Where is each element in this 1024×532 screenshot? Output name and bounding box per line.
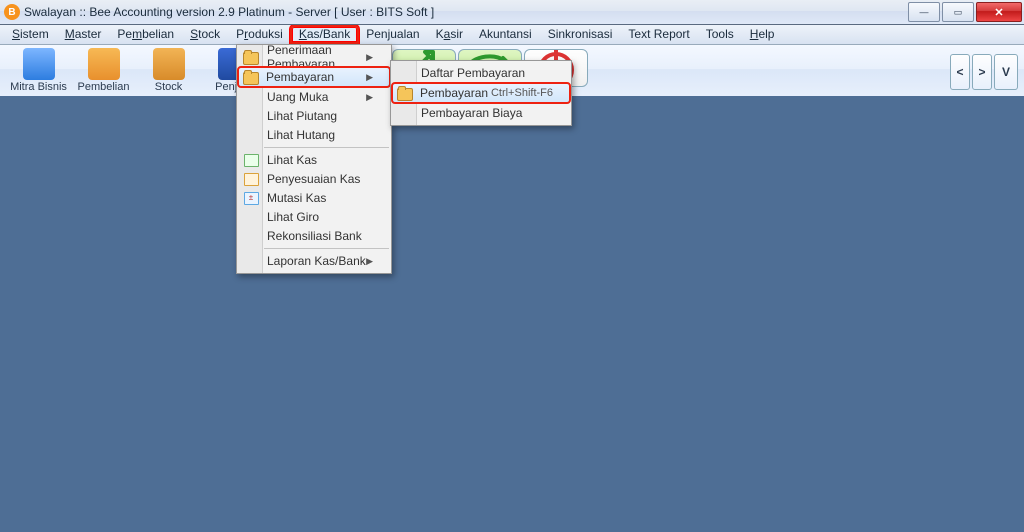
menu-stock[interactable]: Stock xyxy=(182,26,228,43)
menu-help[interactable]: Help xyxy=(742,26,783,43)
list-icon xyxy=(243,152,259,168)
menu-kasir[interactable]: Kasir xyxy=(428,26,471,43)
nav-next[interactable]: > xyxy=(972,54,992,90)
menu-label: Daftar Pembayaran xyxy=(421,66,525,80)
toolbar-stock[interactable]: Stock xyxy=(136,45,201,98)
menu-label: Uang Muka xyxy=(267,90,328,104)
menu-akuntansi[interactable]: Akuntansi xyxy=(471,26,540,43)
menubar: SistemMasterPembelianStockProduksiKas/Ba… xyxy=(0,25,1024,45)
menu-sistem[interactable]: Sistem xyxy=(4,26,57,43)
menu-master[interactable]: Master xyxy=(57,26,110,43)
kasbank-separator xyxy=(264,147,389,148)
toolbar-pembelian[interactable]: Pembelian xyxy=(71,45,136,98)
submenu-arrow-icon: ▶ xyxy=(366,52,373,63)
kasbank-item-lihat-hutang[interactable]: Lihat Hutang xyxy=(239,126,389,144)
menu-tools[interactable]: Tools xyxy=(698,26,742,43)
kasbank-item-lihat-piutang[interactable]: Lihat Piutang xyxy=(239,107,389,125)
kasbank-item-uang-muka[interactable]: Uang Muka ▶ xyxy=(239,88,389,106)
menu-label: Lihat Kas xyxy=(267,153,317,167)
maximize-button[interactable]: ▭ xyxy=(942,2,974,22)
titlebar: B Swalayan :: Bee Accounting version 2.9… xyxy=(0,0,1024,25)
menu-label: Rekonsiliasi Bank xyxy=(267,229,362,243)
menu-label: Lihat Piutang xyxy=(267,109,337,123)
shelf-icon xyxy=(88,48,120,80)
toolbar-label: Mitra Bisnis xyxy=(6,81,71,93)
pembayaran-item-pembayaran[interactable]: PembayaranCtrl+Shift-F6 xyxy=(392,83,570,103)
kasbank-item-mutasi-kas[interactable]: ± Mutasi Kas xyxy=(239,189,389,207)
mutasi-icon: ± xyxy=(243,190,259,206)
kasbank-item-lihat-giro[interactable]: Lihat Giro xyxy=(239,208,389,226)
menu-text-report[interactable]: Text Report xyxy=(620,26,697,43)
menu-produksi[interactable]: Produksi xyxy=(228,26,291,43)
menu-label: Pembayaran xyxy=(266,70,334,84)
shortcut-label: Ctrl+Shift-F6 xyxy=(491,87,553,99)
pembayaran-item-daftar-pembayaran[interactable]: Daftar Pembayaran xyxy=(393,64,569,82)
kasbank-item-penyesuaian-kas[interactable]: Penyesuaian Kas xyxy=(239,170,389,188)
nav-v[interactable]: V xyxy=(994,54,1018,90)
nav-prev[interactable]: < xyxy=(950,54,970,90)
dropdown-pembayaran: Daftar Pembayaran PembayaranCtrl+Shift-F6… xyxy=(390,60,572,126)
kasbank-item-rekonsiliasi-bank[interactable]: Rekonsiliasi Bank xyxy=(239,227,389,245)
toolbar-label: Stock xyxy=(136,81,201,93)
window-title: Swalayan :: Bee Accounting version 2.9 P… xyxy=(24,5,434,19)
menu-label: Pembayaran Biaya xyxy=(421,106,522,120)
submenu-arrow-icon: ▶ xyxy=(366,256,373,267)
pembayaran-item-pembayaran-biaya[interactable]: Pembayaran Biaya xyxy=(393,104,569,122)
toolbar-label: Pembelian xyxy=(71,81,136,93)
menu-label: Lihat Giro xyxy=(267,210,319,224)
kasbank-item-laporan-kas-bank[interactable]: Laporan Kas/Bank▶ xyxy=(239,252,389,270)
menu-penjualan[interactable]: Penjualan xyxy=(358,26,427,43)
kasbank-item-lihat-kas[interactable]: Lihat Kas xyxy=(239,151,389,169)
dropdown-kasbank: Penerimaan Pembayaran▶Pembayaran▶Uang Mu… xyxy=(236,44,392,274)
folder-icon xyxy=(243,49,259,65)
folder-icon xyxy=(397,85,413,101)
menu-label: Mutasi Kas xyxy=(267,191,326,205)
menu-label: Lihat Hutang xyxy=(267,128,335,142)
submenu-arrow-icon: ▶ xyxy=(366,92,373,103)
menu-sinkronisasi[interactable]: Sinkronisasi xyxy=(540,26,621,43)
close-button[interactable]: ✕ xyxy=(976,2,1022,22)
submenu-arrow-icon: ▶ xyxy=(366,72,373,83)
menu-label: Penyesuaian Kas xyxy=(267,172,360,186)
app-icon: B xyxy=(4,4,20,20)
menu-pembelian[interactable]: Pembelian xyxy=(109,26,182,43)
menu-label: Pembayaran xyxy=(420,86,488,100)
kasbank-item-penerimaan-pembayaran[interactable]: Penerimaan Pembayaran▶ xyxy=(239,48,389,66)
adjust-icon xyxy=(243,171,259,187)
box-icon xyxy=(153,48,185,80)
folder-icon xyxy=(243,69,259,85)
minimize-button[interactable]: — xyxy=(908,2,940,22)
menu-label: Laporan Kas/Bank xyxy=(267,254,366,268)
toolbar-mitra-bisnis[interactable]: Mitra Bisnis xyxy=(6,45,71,98)
books-icon xyxy=(23,48,55,80)
kasbank-item-pembayaran[interactable]: Pembayaran ▶ xyxy=(238,67,390,87)
workspace xyxy=(0,96,1024,532)
menu-kas-bank[interactable]: Kas/Bank xyxy=(291,26,358,43)
kasbank-separator xyxy=(264,248,389,249)
